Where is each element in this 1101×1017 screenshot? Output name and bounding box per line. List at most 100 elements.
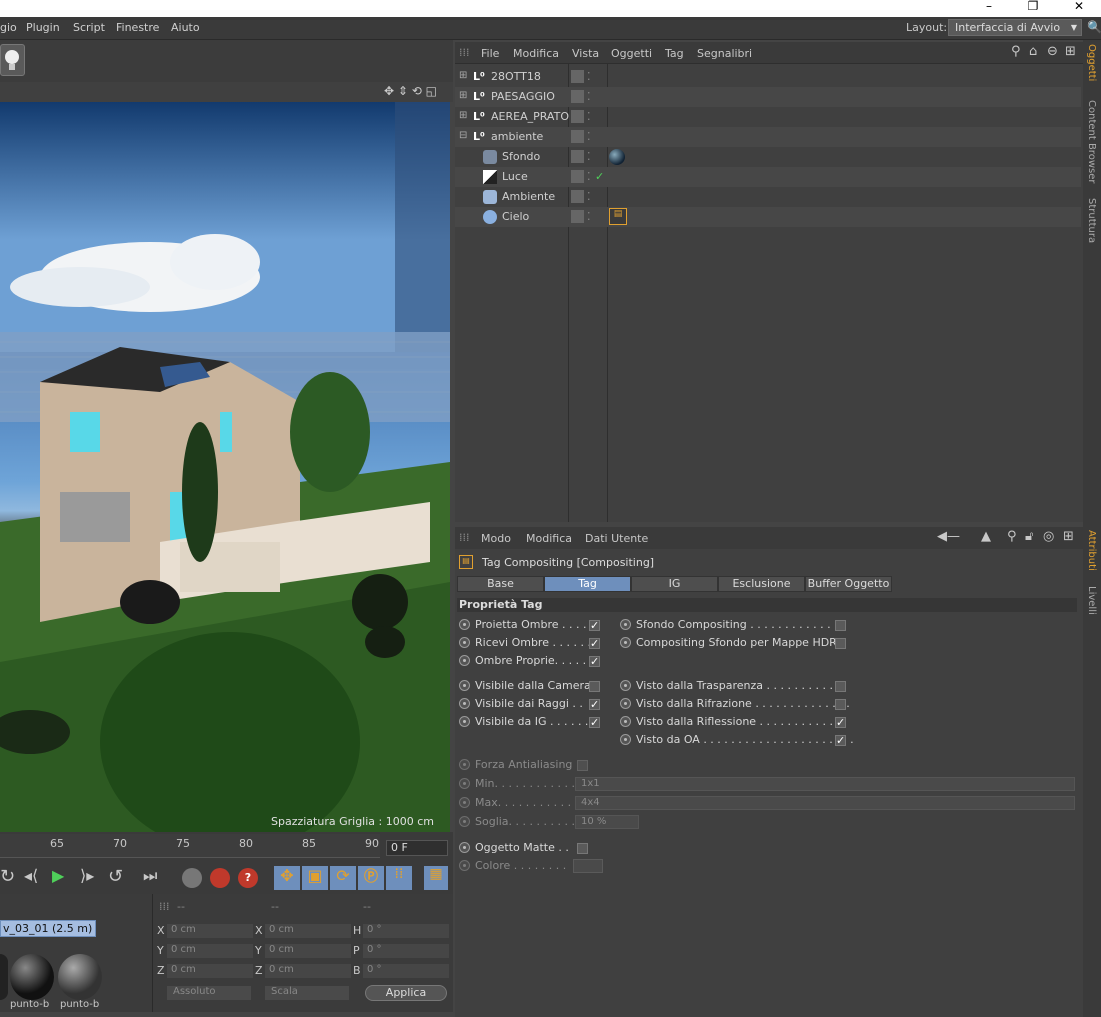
option-visto-oa[interactable]: Visto da OA . . . . . . . . . . . . . . …	[620, 733, 854, 749]
tab-tag[interactable]: Tag	[544, 576, 631, 592]
am-menu-modo[interactable]: Modo	[481, 532, 511, 545]
option-oggetto-matte[interactable]: Oggetto Matte . .	[459, 841, 609, 857]
menu-item-script[interactable]: Script	[73, 21, 105, 34]
coord-mode-select[interactable]: Assoluto	[167, 986, 251, 1000]
tab-base[interactable]: Base	[457, 576, 544, 592]
checkbox[interactable]: ✓	[589, 717, 600, 728]
size-y-field[interactable]: 0 cm	[265, 944, 351, 958]
tab-ig[interactable]: IG	[631, 576, 718, 592]
rot-h-field[interactable]: 0 °	[363, 924, 449, 938]
tab-esclusione[interactable]: Esclusione	[718, 576, 805, 592]
checkbox[interactable]	[589, 681, 600, 692]
om-menu-file[interactable]: File	[481, 47, 499, 60]
checkbox[interactable]: ✓	[589, 699, 600, 710]
option-visto-rifrazione[interactable]: Visto dalla Rifrazione . . . . . . . . .…	[620, 697, 850, 713]
checkbox[interactable]	[835, 699, 846, 710]
target-icon[interactable]: ◎	[1043, 529, 1054, 544]
compositing-tag-icon[interactable]: ▤	[609, 208, 627, 225]
animate-radio-icon[interactable]	[459, 759, 470, 770]
visibility-dots-icon[interactable]: ⁚	[587, 150, 600, 163]
collapse-icon[interactable]: ⊟	[459, 130, 472, 143]
option-forza-antialiasing[interactable]: Forza Antialiasing	[459, 758, 609, 774]
apply-button[interactable]: Applica	[365, 985, 447, 1001]
checkbox[interactable]	[835, 638, 846, 649]
visibility-dots-icon[interactable]: ⁚	[587, 130, 600, 143]
close-button[interactable]: ✕	[1068, 0, 1090, 14]
checkbox[interactable]: ✓	[835, 717, 846, 728]
rot-p-field[interactable]: 0 °	[363, 944, 449, 958]
lock-icon[interactable]: 🔓︎	[1025, 529, 1033, 544]
min-select[interactable]: 1x1	[575, 777, 1075, 791]
visibility-dots-icon[interactable]: ⁚	[587, 70, 600, 83]
layout-select[interactable]: Interfaccia di Avvio ▼	[948, 19, 1082, 36]
search-icon[interactable]: ⚲	[1007, 529, 1017, 544]
animate-radio-icon[interactable]	[459, 860, 470, 871]
new-window-icon[interactable]: ⊞	[1063, 529, 1074, 544]
scale-key-icon[interactable]: ▣	[302, 866, 328, 890]
side-tab-attributi[interactable]: Attributi	[1086, 530, 1097, 571]
animate-radio-icon[interactable]	[459, 698, 470, 709]
visibility-dots-icon[interactable]: ⁚	[587, 110, 600, 123]
search-icon[interactable]: 🔍	[1087, 20, 1101, 34]
menu-item-gio[interactable]: gio	[0, 21, 17, 34]
layer-icon[interactable]	[571, 130, 584, 143]
option-visibile-ig[interactable]: Visibile da IG . . . . . . ✓	[459, 715, 609, 731]
animate-radio-icon[interactable]	[620, 637, 631, 648]
side-tab-struttura[interactable]: Struttura	[1086, 198, 1097, 243]
side-tab-livelli[interactable]: Livelli	[1086, 586, 1097, 615]
move-key-icon[interactable]: ✥	[274, 866, 300, 890]
option-visibile-camera[interactable]: Visibile dalla Camera	[459, 679, 609, 695]
loop-icon[interactable]: ↻	[0, 866, 15, 887]
expand-icon[interactable]: ⊞	[459, 90, 472, 103]
timeline-icon[interactable]: ▦	[424, 866, 448, 890]
object-row[interactable]: Sfondo ⁚	[455, 147, 1081, 167]
material-swatch[interactable]	[10, 954, 54, 1000]
animate-radio-icon[interactable]	[620, 716, 631, 727]
record-icon[interactable]	[210, 868, 230, 888]
am-menu-dati-utente[interactable]: Dati Utente	[585, 532, 648, 545]
object-row[interactable]: Ambiente ⁚	[455, 187, 1081, 207]
expand-icon[interactable]: ⊞	[459, 70, 472, 83]
option-ombre-proprie[interactable]: Ombre Proprie. . . . . ✓	[459, 654, 609, 670]
om-menu-segnalibri[interactable]: Segnalibri	[697, 47, 752, 60]
checkbox[interactable]	[835, 681, 846, 692]
material-name-field[interactable]: v_03_01 (2.5 m)	[0, 920, 96, 937]
rotate-key-icon[interactable]: ⟳	[330, 866, 356, 890]
viewport-nav-icons[interactable]: ✥ ⇕ ⟲ ◱	[384, 84, 437, 98]
animate-radio-icon[interactable]	[459, 778, 470, 789]
keyframe-icon[interactable]	[182, 868, 202, 888]
animate-radio-icon[interactable]	[459, 619, 470, 630]
expand-icon[interactable]: ⊞	[459, 110, 472, 123]
side-tab-oggetti[interactable]: Oggetti	[1086, 44, 1097, 81]
restore-button[interactable]: ❐	[1022, 0, 1044, 14]
option-proietta-ombre[interactable]: Proietta Ombre . . . . ✓	[459, 618, 609, 634]
object-row[interactable]: ⊞ L⁰ AEREA_PRATO ⁚	[455, 107, 1081, 127]
layer-icon[interactable]	[571, 210, 584, 223]
layer-icon[interactable]	[571, 150, 584, 163]
object-row[interactable]: ⊞ L⁰ 28OTT18 ⁚	[455, 67, 1081, 87]
tab-buffer-oggetto[interactable]: Buffer Oggetto	[805, 576, 892, 592]
timeline-ruler[interactable]: 65 70 75 80 85 90	[0, 834, 380, 858]
menu-item-plugin[interactable]: Plugin	[26, 21, 60, 34]
next-frame-icon[interactable]: ⟩▸	[80, 866, 94, 885]
animate-radio-icon[interactable]	[459, 816, 470, 827]
animate-radio-icon[interactable]	[459, 655, 470, 666]
visibility-dots-icon[interactable]: ⁚	[587, 90, 600, 103]
option-visto-riflessione[interactable]: Visto dalla Riflessione . . . . . . . . …	[620, 715, 850, 731]
checkbox[interactable]: ✓	[589, 638, 600, 649]
om-menu-oggetti[interactable]: Oggetti	[611, 47, 652, 60]
animate-radio-icon[interactable]	[459, 842, 470, 853]
pos-y-field[interactable]: 0 cm	[167, 944, 253, 958]
rot-b-field[interactable]: 0 °	[363, 964, 449, 978]
animate-radio-icon[interactable]	[459, 797, 470, 808]
option-compositing-hdr[interactable]: Compositing Sfondo per Mappe HDR	[620, 636, 850, 652]
menu-item-aiuto[interactable]: Aiuto	[171, 21, 200, 34]
material-tag-icon[interactable]	[609, 149, 625, 165]
light-bulb-icon[interactable]	[0, 44, 25, 76]
search-icon[interactable]: ⚲	[1011, 44, 1021, 59]
om-menu-modifica[interactable]: Modifica	[513, 47, 559, 60]
3d-viewport[interactable]: Spazziatura Griglia : 1000 cm	[0, 102, 450, 832]
soglia-field[interactable]: 10 %	[575, 815, 639, 829]
object-row[interactable]: Cielo ⁚ ▤	[455, 207, 1081, 227]
object-row[interactable]: Luce ⁚ ✓	[455, 167, 1081, 187]
